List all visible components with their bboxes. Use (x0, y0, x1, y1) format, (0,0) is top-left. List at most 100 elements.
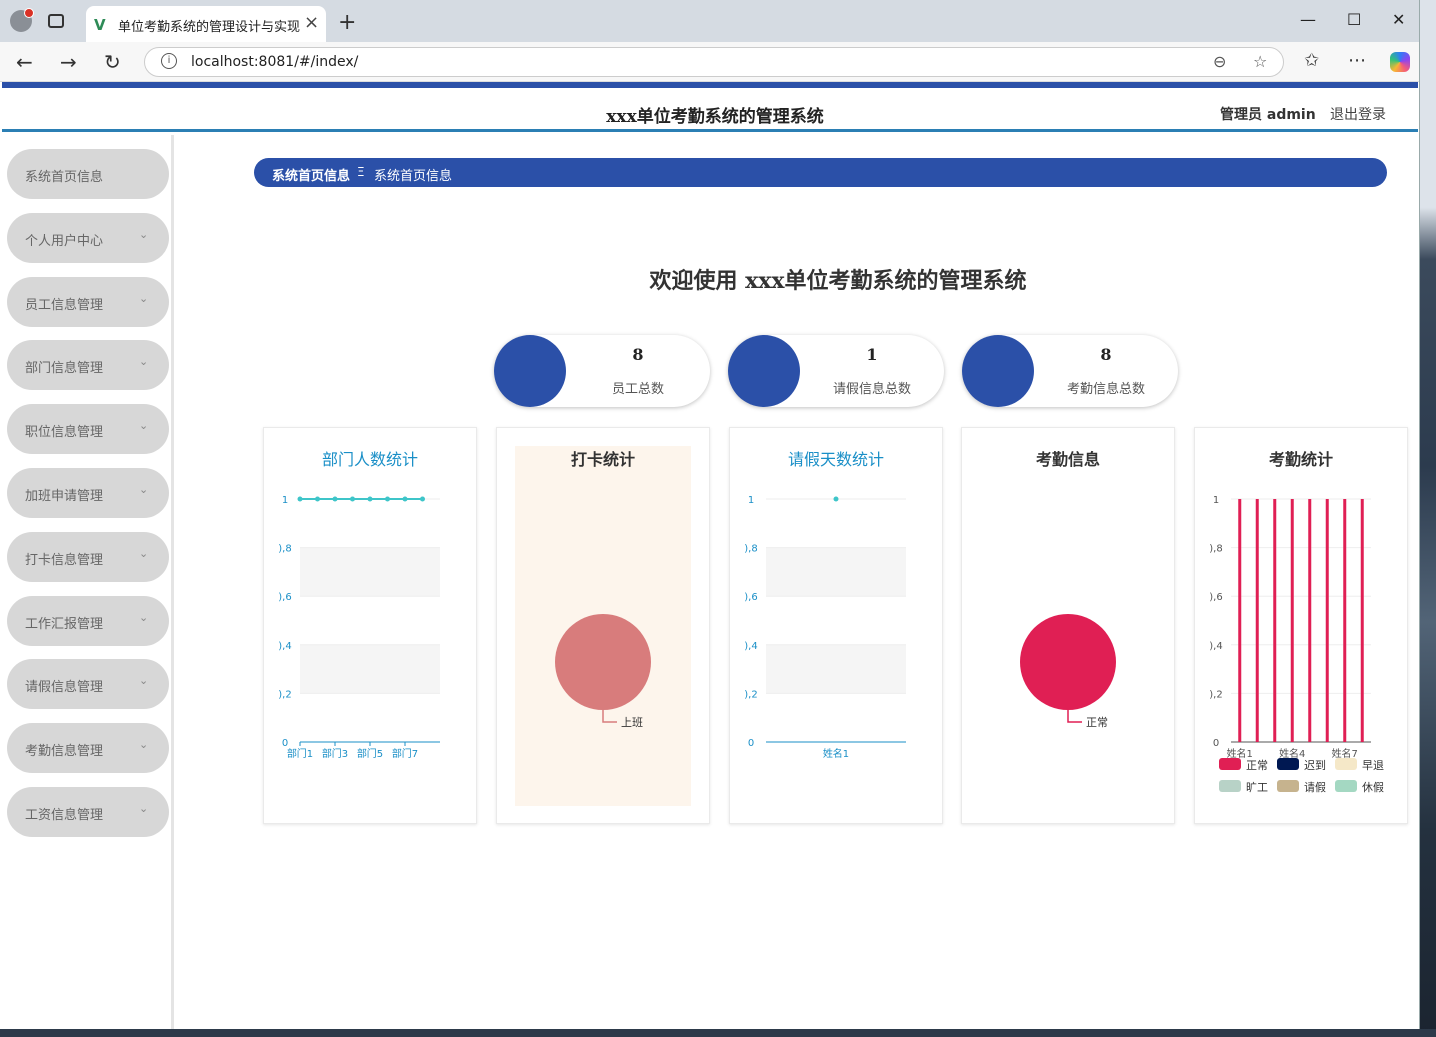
chart-svg: 上班 (515, 446, 691, 806)
data-point (385, 496, 390, 502)
legend-swatch[interactable] (1219, 758, 1241, 770)
chart-svg: 0),2),4),6),8 1 姓名1 (744, 495, 906, 760)
chart-svg: 0),2),4),6),8 1 部门1 部门3 部门5 部门7 (278, 495, 440, 760)
title-bar: V 单位考勤系统的管理设计与实现 × + — ☐ ✕ (0, 0, 1419, 42)
bar (1255, 499, 1259, 742)
chart-card-clockin: 上班 打卡统计 (496, 427, 710, 824)
chevron-down-icon: ⌄ (139, 355, 149, 369)
copilot-icon[interactable] (1390, 52, 1410, 72)
stat-label: 员工总数 (611, 382, 664, 397)
chart-card-dept: 0),2),4),6),8 1 部门1 部门3 部门5 部门7 部门人数统计 (263, 427, 477, 824)
stat-circle-icon (962, 335, 1034, 407)
legend-label[interactable]: 休假 (1362, 779, 1384, 795)
y-tick-label: 0 (282, 738, 288, 749)
sidebar-item-label: 系统首页信息 (25, 170, 104, 185)
legend-label[interactable]: 迟到 (1304, 757, 1326, 773)
y-tick-label: 1 (1213, 495, 1219, 506)
data-point (315, 496, 320, 502)
pie-label: 正常 (1086, 716, 1108, 729)
chart-svg: 正常 (1020, 614, 1116, 729)
minimize-icon[interactable]: — (1300, 10, 1316, 29)
profile-icon[interactable] (10, 8, 34, 32)
data-point (420, 496, 425, 502)
zoom-icon[interactable]: ⊖ (1213, 52, 1226, 71)
new-tab-icon[interactable]: + (338, 10, 356, 35)
breadcrumb-home[interactable]: 系统首页信息 (272, 165, 350, 184)
legend-label[interactable]: 正常 (1246, 757, 1268, 773)
favorite-star-icon[interactable]: ☆ (1253, 52, 1267, 71)
bar (1325, 499, 1329, 742)
stat-label: 考勤信息总数 (1066, 382, 1145, 397)
more-menu-icon[interactable]: ⋯ (1348, 50, 1366, 71)
stat-card-leave: 1 请假信息总数 (728, 335, 944, 407)
legend-label[interactable]: 请假 (1304, 779, 1326, 795)
chevron-down-icon: ⌄ (139, 546, 149, 560)
tab-close-icon[interactable]: × (304, 12, 319, 33)
sidebar-item-label: 工资信息管理 (25, 808, 104, 823)
data-point (833, 496, 839, 502)
url-field[interactable]: i localhost:8081/#/index/ ⊖ ☆ (144, 47, 1284, 77)
grid-band (300, 644, 440, 694)
sidebar-item[interactable]: 工资信息管理 ⌄ (7, 787, 169, 837)
back-icon[interactable]: ← (16, 50, 33, 74)
sidebar-item[interactable]: 考勤信息管理 ⌄ (7, 723, 169, 774)
stat-value: 8 (1100, 345, 1112, 364)
desktop-edge-right (1420, 0, 1436, 1037)
legend-swatch[interactable] (1335, 758, 1357, 770)
legend-label[interactable]: 早退 (1362, 757, 1384, 773)
tab-title: 单位考勤系统的管理设计与实现 (118, 20, 301, 35)
legend-swatch[interactable] (1277, 758, 1299, 770)
y-tick-label: ),4 (1209, 641, 1222, 652)
sidebar-item-label: 打卡信息管理 (25, 552, 104, 568)
chart-card-leave-days: 0),2),4),6),8 1 姓名1 请假天数统计 (729, 427, 943, 824)
sidebar-item[interactable]: 个人用户中心 ⌄ (7, 212, 169, 263)
data-point (297, 496, 303, 502)
site-info-icon[interactable]: i (161, 53, 177, 69)
refresh-icon[interactable]: ↻ (104, 50, 121, 74)
stat-label: 请假信息总数 (832, 382, 911, 397)
chevron-down-icon: ⌄ (139, 291, 149, 305)
sidebar-item[interactable]: 请假信息管理 ⌄ (7, 659, 169, 710)
sidebar-item[interactable]: 打卡信息管理 ⌄ (7, 531, 169, 582)
sidebar-item-label: 个人用户中心 (25, 233, 104, 249)
sidebar-item[interactable]: 部门信息管理 ⌄ (7, 340, 169, 391)
y-tick-label: ),6 (1209, 592, 1222, 603)
sidebar-item-label: 职位信息管理 (25, 425, 104, 441)
y-tick-label: 0 (1213, 738, 1219, 749)
sidebar-item[interactable]: 系统首页信息 (7, 149, 169, 199)
y-tick-label: ),2 (1209, 689, 1222, 700)
sidebar-item[interactable]: 工作汇报管理 ⌄ (7, 595, 169, 646)
chart-title: 请假天数统计 (787, 450, 884, 469)
y-tick-label: ),8 (1209, 544, 1222, 555)
y-tick-label: 1 (748, 495, 754, 506)
breadcrumb-current: 系统首页信息 (374, 169, 453, 184)
favorites-icon[interactable]: ✩ (1304, 50, 1319, 71)
y-tick-label: ),8 (744, 544, 757, 555)
browser-tab[interactable]: V 单位考勤系统的管理设计与实现 × (86, 6, 326, 42)
data-point (367, 496, 373, 502)
bar (1360, 499, 1364, 742)
y-tick-label: ),2 (278, 689, 291, 700)
y-tick-label: 1 (282, 495, 288, 506)
y-tick-label: ),4 (278, 641, 291, 652)
url-text[interactable]: localhost:8081/#/index/ (191, 54, 358, 70)
sidebar-item[interactable]: 员工信息管理 ⌄ (7, 276, 169, 327)
current-user: 管理员 admin (1220, 107, 1316, 123)
legend-swatch[interactable] (1335, 780, 1357, 792)
sidebar-item[interactable]: 加班申请管理 ⌄ (7, 468, 169, 518)
sidebar-item-label: 部门信息管理 (25, 361, 104, 377)
grid-band (300, 547, 440, 597)
x-tick-label: 部门7 (392, 747, 418, 760)
logout-link[interactable]: 退出登录 (1330, 104, 1386, 124)
close-window-icon[interactable]: ✕ (1392, 10, 1405, 29)
y-tick-label: ),8 (278, 544, 291, 555)
maximize-icon[interactable]: ☐ (1347, 10, 1361, 29)
forward-icon[interactable]: → (60, 50, 77, 74)
tab-actions-icon[interactable] (48, 14, 64, 28)
chart-title: 考勤信息 (1035, 450, 1100, 469)
legend-label[interactable]: 旷工 (1246, 779, 1268, 795)
legend-swatch[interactable] (1219, 780, 1241, 792)
sidebar-item[interactable]: 职位信息管理 ⌄ (7, 404, 169, 455)
chevron-down-icon: ⌄ (139, 674, 149, 688)
legend-swatch[interactable] (1277, 780, 1299, 792)
